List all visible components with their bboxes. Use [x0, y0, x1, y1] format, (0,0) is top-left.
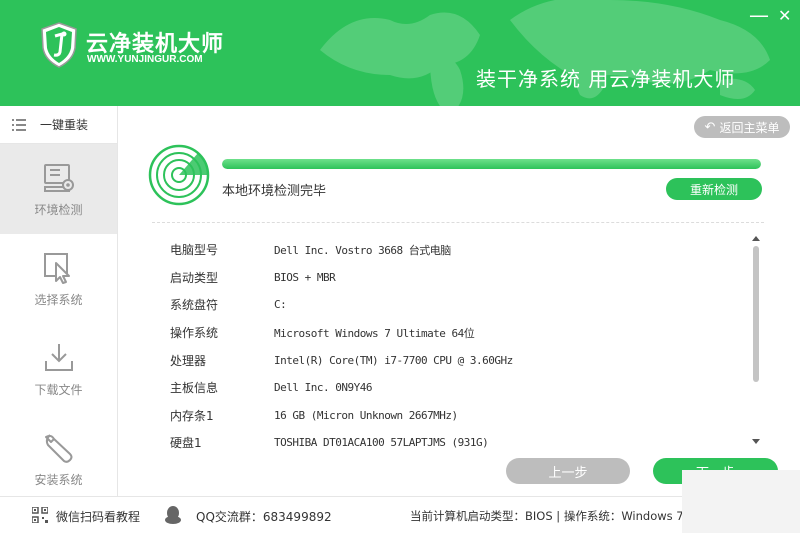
info-value: Dell Inc. Vostro 3668 台式电脑	[274, 243, 451, 257]
brand-url: WWW.YUNJINGUR.COM	[87, 54, 203, 65]
info-row: 硬盘1 TOSHIBA DT01ACA100 57LAPTJMS (931G)	[170, 429, 730, 457]
prev-step-button[interactable]: 上一步	[506, 458, 630, 484]
main-panel: ↶ 返回主菜单 本地环境检测完毕 重新检测 电脑型号 Dell Inc. Vos…	[118, 106, 800, 496]
divider	[152, 222, 764, 223]
system-status-text: 当前计算机启动类型：BIOS | 操作系统：Windows 7 64位	[410, 509, 684, 523]
back-button-label: 返回主菜单	[719, 120, 780, 135]
wrench-icon	[44, 433, 72, 463]
system-info-table: 电脑型号 Dell Inc. Vostro 3668 台式电脑 启动类型 BIO…	[170, 236, 730, 457]
progress-bar	[222, 159, 761, 169]
info-label: 操作系统	[170, 326, 219, 341]
recheck-button[interactable]: 重新检测	[666, 178, 762, 200]
sidebar-item-label: 下载文件	[34, 382, 83, 397]
back-to-menu-button[interactable]: ↶ 返回主菜单	[694, 116, 790, 138]
header-slogan: 装干净系统 用云净装机大师	[476, 67, 736, 91]
info-label: 电脑型号	[170, 243, 219, 258]
info-value: Intel(R) Core(TM) i7-7700 CPU @ 3.60GHz	[274, 353, 513, 367]
qq-group-text: QQ交流群：683499892	[196, 510, 332, 524]
sidebar-header-label: 一键重装	[40, 118, 89, 132]
info-row: 系统盘符 C:	[170, 291, 730, 319]
status-text: 本地环境检测完毕	[222, 184, 327, 199]
info-label: 处理器	[170, 353, 207, 368]
app-header: 云净装机大师 WWW.YUNJINGUR.COM 装干净系统 用云净装机大师 —…	[0, 0, 800, 106]
info-row: 启动类型 BIOS + MBR	[170, 264, 730, 292]
sidebar-item-select-system[interactable]: 选择系统	[0, 234, 117, 324]
back-arrow-icon: ↶	[704, 119, 716, 135]
download-icon	[44, 343, 73, 371]
progress-fill	[222, 159, 761, 169]
cursor-icon	[43, 252, 70, 284]
sidebar-item-env-check[interactable]: 环境检测	[0, 144, 117, 234]
info-label: 主板信息	[170, 381, 219, 396]
close-button[interactable]: ✕	[778, 6, 791, 25]
info-scrollbar[interactable]	[751, 234, 761, 446]
scroll-up-icon[interactable]	[752, 236, 760, 241]
scroll-down-icon[interactable]	[752, 439, 760, 444]
sidebar: 一键重装 环境检测 选择系统 下载文件 安装系统	[0, 106, 118, 496]
radar-scan-icon	[148, 144, 210, 206]
sidebar-item-label: 选择系统	[34, 292, 83, 307]
info-value: Microsoft Windows 7 Ultimate 64位	[274, 326, 475, 340]
info-label: 系统盘符	[170, 298, 219, 313]
shield-logo-icon	[41, 22, 77, 68]
footer: 微信扫码看教程 QQ交流群：683499892 当前计算机启动类型：BIOS |…	[0, 496, 800, 533]
info-value: 16 GB (Micron Unknown 2667MHz)	[274, 408, 458, 422]
minimize-button[interactable]: —	[749, 3, 769, 27]
info-value: C:	[274, 298, 287, 312]
corner-watermark	[682, 470, 800, 533]
sidebar-item-download[interactable]: 下载文件	[0, 324, 117, 414]
info-value: Dell Inc. 0N9Y46	[274, 381, 372, 395]
info-row: 内存条1 16 GB (Micron Unknown 2667MHz)	[170, 402, 730, 430]
wechat-tutorial-link[interactable]: 微信扫码看教程	[56, 508, 140, 525]
info-row: 处理器 Intel(R) Core(TM) i7-7700 CPU @ 3.60…	[170, 346, 730, 374]
list-icon	[12, 118, 26, 131]
info-label: 硬盘1	[170, 436, 202, 451]
qr-code-icon	[32, 507, 48, 523]
pc-gear-icon	[43, 163, 74, 192]
sidebar-item-install[interactable]: 安装系统	[0, 414, 117, 504]
info-value: TOSHIBA DT01ACA100 57LAPTJMS (931G)	[274, 436, 489, 450]
info-row: 电脑型号 Dell Inc. Vostro 3668 台式电脑	[170, 236, 730, 264]
scroll-thumb[interactable]	[753, 246, 759, 382]
sidebar-item-label: 安装系统	[34, 472, 83, 487]
sidebar-header: 一键重装	[0, 106, 117, 144]
sidebar-item-label: 环境检测	[34, 202, 83, 217]
info-row: 操作系统 Microsoft Windows 7 Ultimate 64位	[170, 319, 730, 347]
info-value: BIOS + MBR	[274, 270, 336, 284]
info-row: 主板信息 Dell Inc. 0N9Y46	[170, 374, 730, 402]
qq-penguin-icon	[165, 506, 181, 524]
info-label: 启动类型	[170, 270, 219, 285]
info-label: 内存条1	[170, 408, 214, 423]
